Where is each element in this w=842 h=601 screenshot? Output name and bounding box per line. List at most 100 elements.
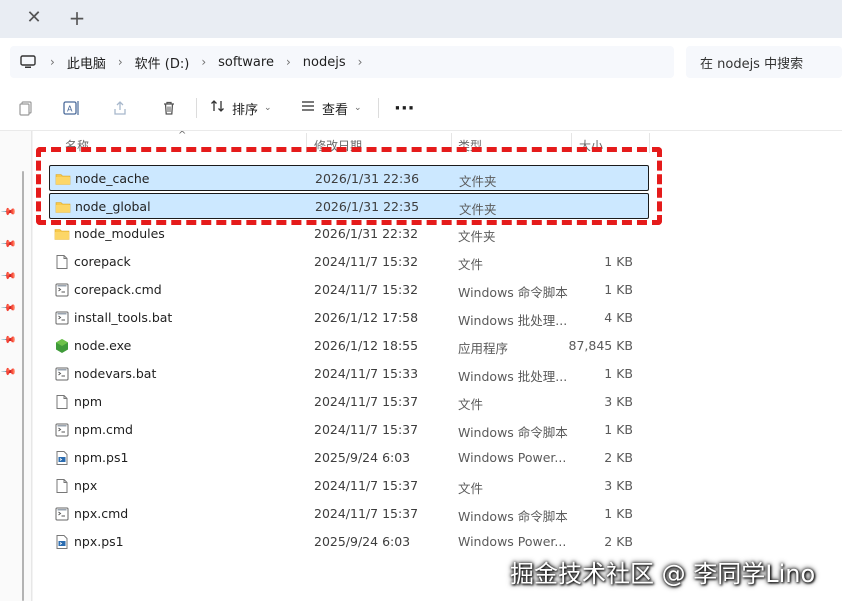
nav-scrollbar[interactable] xyxy=(22,171,24,601)
file-modified: 2026/1/12 17:58 xyxy=(314,310,419,325)
file-name: npx xyxy=(74,478,98,493)
file-type: 应用程序 xyxy=(458,341,509,356)
file-size: 1 KB xyxy=(604,506,633,521)
search-input[interactable]: 在 nodejs 中搜索 xyxy=(686,46,842,78)
view-button[interactable]: 查看 ⌄ xyxy=(300,94,362,122)
file-size: 1 KB xyxy=(604,422,633,437)
share-icon[interactable] xyxy=(110,98,130,118)
column-divider[interactable] xyxy=(649,133,650,153)
file-size: 3 KB xyxy=(604,394,633,409)
view-icon xyxy=(300,98,316,118)
crumb-label: nodejs xyxy=(302,54,346,70)
chevron-right-icon[interactable]: › xyxy=(358,55,363,69)
pin-icon[interactable]: 📌 xyxy=(0,204,17,221)
crumb-label: 软件 (D:) xyxy=(134,56,190,72)
node-exe-icon xyxy=(54,338,70,354)
plus-icon[interactable]: + xyxy=(68,8,86,28)
close-icon[interactable]: ✕ xyxy=(26,9,42,27)
file-row[interactable]: corepack 2024/11/7 15:32 文件 1 KB xyxy=(49,249,649,275)
file-icon xyxy=(54,254,70,270)
file-row[interactable]: node.exe 2026/1/12 18:55 应用程序 87,845 KB xyxy=(49,333,649,359)
file-modified: 2024/11/7 15:32 xyxy=(314,254,419,269)
file-type: 文件夹 xyxy=(458,229,496,244)
file-name: npx.cmd xyxy=(74,506,129,521)
file-row[interactable]: node_global 2026/1/31 22:35 文件夹 xyxy=(49,193,649,219)
pin-icon[interactable]: 📌 xyxy=(0,364,17,381)
file-row[interactable]: node_modules 2026/1/31 22:32 文件夹 xyxy=(49,221,649,247)
file-type: Windows 命令脚本 xyxy=(458,425,568,440)
file-row[interactable]: npx 2024/11/7 15:37 文件 3 KB xyxy=(49,473,649,499)
file-size: 2 KB xyxy=(604,450,633,465)
file-name: node_global xyxy=(75,199,151,214)
file-row[interactable]: install_tools.bat 2026/1/12 17:58 Windows … xyxy=(49,305,649,331)
copy-icon[interactable] xyxy=(16,98,36,118)
sort-button[interactable]: 排序 ⌄ xyxy=(210,94,272,122)
header-label: 类型 xyxy=(458,139,483,153)
file-modified: 2026/1/31 22:32 xyxy=(314,226,419,241)
file-row[interactable]: nodevars.bat 2024/11/7 15:33 Windows 批处理..… xyxy=(49,361,649,387)
column-divider[interactable] xyxy=(451,133,452,153)
more-options-button[interactable]: ··· xyxy=(394,94,415,122)
script-icon xyxy=(54,310,70,326)
file-name: node.exe xyxy=(74,338,132,353)
file-type: Windows Power... xyxy=(458,534,567,549)
column-header-name[interactable]: 名称 xyxy=(65,137,89,155)
pin-icon[interactable]: 📌 xyxy=(0,236,17,253)
column-headers: ^ 名称 修改日期 类型 大小 xyxy=(33,131,842,155)
header-label: 大小 xyxy=(579,139,604,153)
breadcrumb-item[interactable]: › 此电脑 xyxy=(50,53,106,72)
column-header-modified[interactable]: 修改日期 xyxy=(314,137,362,155)
file-modified: 2025/9/24 6:03 xyxy=(314,450,411,465)
column-divider[interactable] xyxy=(571,133,572,153)
file-row[interactable]: npm 2024/11/7 15:37 文件 3 KB xyxy=(49,389,649,415)
folder-icon xyxy=(55,171,71,187)
pin-icon[interactable]: 📌 xyxy=(0,300,17,317)
file-type: Windows 批处理... xyxy=(458,369,568,384)
file-modified: 2026/1/31 22:35 xyxy=(315,199,420,214)
file-row[interactable]: npm.ps1 2025/9/24 6:03 Windows Power... 2 K… xyxy=(49,445,649,471)
chevron-right-icon: › xyxy=(50,55,55,69)
script-icon xyxy=(54,422,70,438)
file-row[interactable]: npm.cmd 2024/11/7 15:37 Windows 命令脚本 1 KB xyxy=(49,417,649,443)
pin-icon[interactable]: 📌 xyxy=(0,268,17,285)
file-row[interactable]: corepack.cmd 2024/11/7 15:32 Windows 命令脚本 1… xyxy=(49,277,649,303)
file-name: node_cache xyxy=(75,171,150,186)
file-size: 1 KB xyxy=(604,282,633,297)
more-icon: ··· xyxy=(394,97,415,119)
file-type: 文件夹 xyxy=(459,202,497,217)
file-type: 文件 xyxy=(458,397,484,412)
breadcrumb-item[interactable]: › 软件 (D:) xyxy=(118,53,189,72)
sort-ascending-icon: ^ xyxy=(178,131,187,141)
trash-icon[interactable] xyxy=(159,98,179,118)
file-modified: 2025/9/24 6:03 xyxy=(314,534,411,549)
file-name: npx.ps1 xyxy=(74,534,124,549)
file-name: nodevars.bat xyxy=(74,366,157,381)
file-type: Windows 批处理... xyxy=(458,313,568,328)
file-type: Windows 命令脚本 xyxy=(458,509,568,524)
script-icon xyxy=(54,506,70,522)
powershell-icon xyxy=(54,450,70,466)
file-row[interactable]: npx.cmd 2024/11/7 15:37 Windows 命令脚本 1 KB xyxy=(49,501,649,527)
column-divider[interactable] xyxy=(306,133,307,153)
crumb-label: 此电脑 xyxy=(66,56,106,72)
breadcrumb[interactable]: › 此电脑 › 软件 (D:) › software › nodejs › xyxy=(10,46,674,78)
column-header-size[interactable]: 大小 xyxy=(579,137,603,155)
crumb-label: software xyxy=(218,54,274,70)
file-size: 3 KB xyxy=(604,478,633,493)
toolbar-divider xyxy=(196,98,197,118)
file-type: Windows 命令脚本 xyxy=(458,285,568,300)
column-header-type[interactable]: 类型 xyxy=(458,137,482,155)
rename-icon[interactable]: A xyxy=(62,98,82,118)
breadcrumb-item[interactable]: › nodejs xyxy=(286,55,346,70)
computer-icon[interactable] xyxy=(20,55,36,69)
breadcrumb-item[interactable]: › software xyxy=(201,55,274,70)
file-modified: 2026/1/31 22:36 xyxy=(315,171,420,186)
header-label: 修改日期 xyxy=(314,139,363,153)
pin-icon[interactable]: 📌 xyxy=(0,332,17,349)
file-modified: 2024/11/7 15:37 xyxy=(314,394,419,409)
file-name: node_modules xyxy=(74,226,165,241)
file-row[interactable]: npx.ps1 2025/9/24 6:03 Windows Power... 2 K… xyxy=(49,529,649,555)
header-label: 名称 xyxy=(65,139,90,153)
file-row[interactable]: node_cache 2026/1/31 22:36 文件夹 xyxy=(49,165,649,191)
chevron-down-icon: ⌄ xyxy=(264,103,272,113)
